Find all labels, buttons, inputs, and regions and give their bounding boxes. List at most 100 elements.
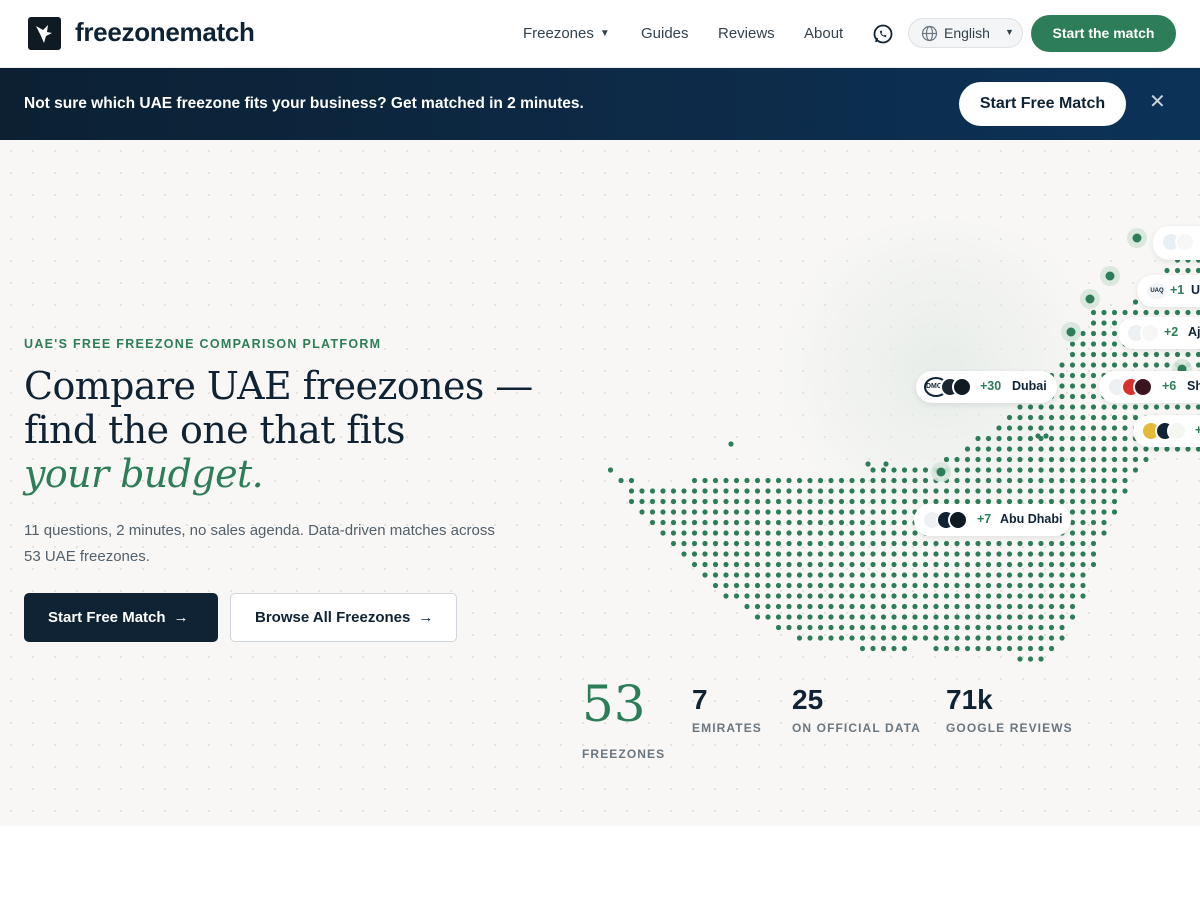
- map-dot: [901, 603, 908, 610]
- map-dot: [1006, 414, 1013, 421]
- map-dot: [870, 561, 876, 568]
- map-dot: [1080, 372, 1086, 379]
- close-icon[interactable]: ✕: [1149, 92, 1166, 112]
- map-dot: [954, 593, 960, 599]
- map-dot: [912, 530, 918, 536]
- map-dot: [1069, 614, 1076, 620]
- map-dot: [744, 561, 750, 568]
- map-dot: [1090, 477, 1097, 484]
- map-dot: [964, 603, 971, 610]
- map-dot: [744, 572, 750, 578]
- map-dot: [1090, 498, 1097, 505]
- map-dot: [712, 477, 719, 484]
- map-dot: [1043, 433, 1049, 439]
- map-dot: [933, 635, 939, 641]
- map-dot: [1006, 561, 1013, 568]
- map-marker[interactable]: [936, 467, 946, 477]
- map-dot: [1090, 393, 1097, 400]
- map-dot: [1059, 582, 1065, 589]
- map-dot: [1038, 645, 1044, 652]
- map-dot: [1017, 425, 1023, 431]
- map-dot: [1048, 624, 1055, 631]
- map-dot: [933, 593, 939, 599]
- map-dot: [1090, 372, 1097, 379]
- map-pill-abu-dhabi[interactable]: +7 Abu Dhabi: [914, 504, 1071, 536]
- map-dot: [691, 509, 698, 515]
- map-dot: [796, 624, 803, 631]
- banner-start-button[interactable]: Start Free Match: [959, 82, 1126, 126]
- map-marker[interactable]: [1105, 271, 1115, 281]
- map-dot: [796, 582, 803, 589]
- map-pill-uaq[interactable]: UAQ +1 U: [1137, 275, 1200, 307]
- map-dot: [1059, 372, 1065, 379]
- pill-count: +2: [1164, 325, 1179, 339]
- map-dot: [859, 488, 866, 494]
- map-dot: [1069, 341, 1076, 347]
- map-dot: [1038, 488, 1044, 494]
- map-pill-ajman[interactable]: +2 Aj: [1118, 317, 1200, 349]
- map-dot: [1153, 351, 1160, 358]
- start-match-button[interactable]: Start the match: [1031, 15, 1176, 52]
- map-dot: [1090, 467, 1097, 473]
- map-dot: [828, 488, 834, 494]
- map-dot: [933, 572, 939, 578]
- map-dot: [1101, 351, 1107, 358]
- map-dot: [1080, 341, 1086, 347]
- nav-freezones[interactable]: Freezones ▼: [523, 25, 610, 42]
- map-dot: [828, 603, 834, 610]
- map-marker[interactable]: [1132, 233, 1142, 243]
- map-dot: [1017, 624, 1023, 631]
- map-dot: [786, 530, 792, 536]
- pill-count: +1: [1170, 283, 1185, 297]
- map-dot: [922, 551, 929, 557]
- map-dot: [975, 467, 981, 473]
- map-dot: [922, 540, 929, 547]
- map-dot: [975, 540, 981, 547]
- map-dot: [1080, 425, 1086, 431]
- map-dot: [817, 603, 824, 610]
- map-dot: [670, 498, 677, 505]
- map-dot: [1017, 561, 1023, 568]
- freezone-logo: [948, 510, 968, 530]
- map-dot: [975, 645, 981, 652]
- map-dot: [943, 593, 950, 599]
- map-pill-rak[interactable]: +: [1133, 415, 1200, 447]
- map-marker[interactable]: [1066, 327, 1076, 337]
- map-dot: [891, 467, 897, 473]
- map-pill-sharjah[interactable]: +6 Sh: [1099, 371, 1200, 403]
- map-dot: [828, 593, 834, 599]
- brand-name[interactable]: freezonematch: [75, 17, 255, 48]
- nav-reviews[interactable]: Reviews: [718, 25, 775, 42]
- map-dot: [1080, 383, 1086, 389]
- whatsapp-icon[interactable]: [872, 23, 894, 45]
- map-dot: [1038, 446, 1044, 452]
- map-dot: [891, 593, 897, 599]
- map-marker[interactable]: [1085, 294, 1095, 304]
- map-dot: [880, 477, 887, 484]
- map-dot: [1048, 561, 1055, 568]
- stat-official-label: ON OFFICIAL DATA: [792, 721, 921, 735]
- map-dot: [922, 635, 929, 641]
- map-dot: [901, 540, 908, 547]
- map-dot: [1006, 477, 1013, 484]
- map-dot: [786, 593, 792, 599]
- map-dot: [628, 477, 635, 484]
- map-dot: [1122, 477, 1128, 484]
- map-dot: [1090, 414, 1097, 421]
- map-dot: [786, 477, 792, 484]
- map-dot: [1195, 309, 1200, 316]
- language-selector[interactable]: English ▼: [908, 18, 1023, 48]
- map-dot: [859, 635, 866, 641]
- map-dot: [1017, 656, 1023, 662]
- map-pill-dubai[interactable]: DMCC +30 Dubai: [916, 371, 1057, 403]
- map-dot: [870, 645, 876, 652]
- map-dot: [985, 603, 992, 610]
- map-dot: [1048, 435, 1055, 442]
- nav-guides[interactable]: Guides: [641, 25, 689, 42]
- map-dot: [1069, 488, 1076, 494]
- bird-logo-icon[interactable]: [28, 17, 61, 50]
- map-pill-fujairah[interactable]: [1153, 226, 1200, 260]
- nav-about[interactable]: About: [804, 25, 843, 42]
- map-dot: [901, 645, 908, 652]
- map-dot: [943, 456, 950, 463]
